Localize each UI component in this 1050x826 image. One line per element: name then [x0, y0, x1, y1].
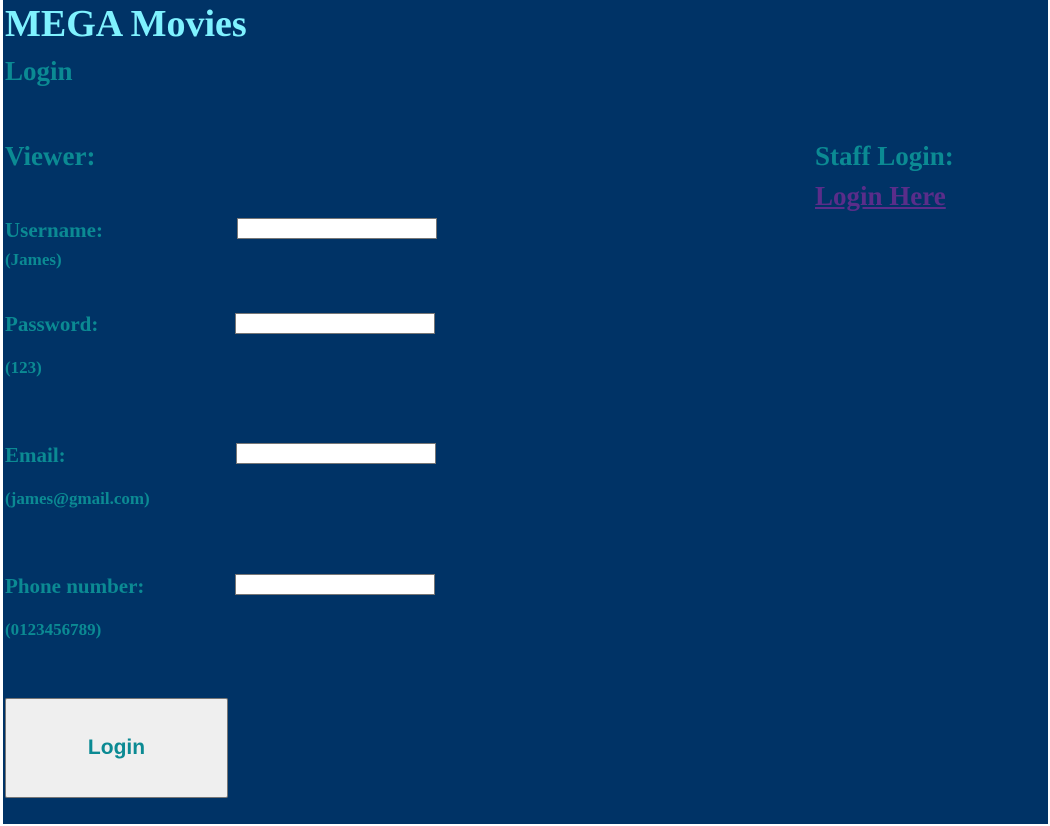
email-input[interactable] [236, 443, 436, 464]
page-container: MEGA Movies Login Viewer: Username: (Jam… [3, 0, 1048, 824]
password-hint: (123) [5, 358, 42, 377]
email-label: Email: [5, 443, 66, 467]
page-title: Login [5, 56, 73, 86]
staff-login-heading: Staff Login: [815, 141, 954, 171]
staff-login-link[interactable]: Login Here [815, 180, 946, 212]
username-hint: (James) [5, 250, 62, 269]
viewer-heading: Viewer: [5, 141, 96, 171]
site-title: MEGA Movies [5, 3, 247, 45]
email-hint: (james@gmail.com) [5, 489, 150, 508]
username-input[interactable] [237, 218, 437, 239]
phone-label: Phone number: [5, 574, 145, 598]
username-label: Username: [5, 218, 103, 242]
login-button[interactable]: Login [5, 698, 228, 798]
password-input[interactable] [235, 313, 435, 334]
password-label: Password: [5, 312, 99, 336]
phone-input[interactable] [235, 574, 435, 595]
phone-hint: (0123456789) [5, 620, 102, 639]
